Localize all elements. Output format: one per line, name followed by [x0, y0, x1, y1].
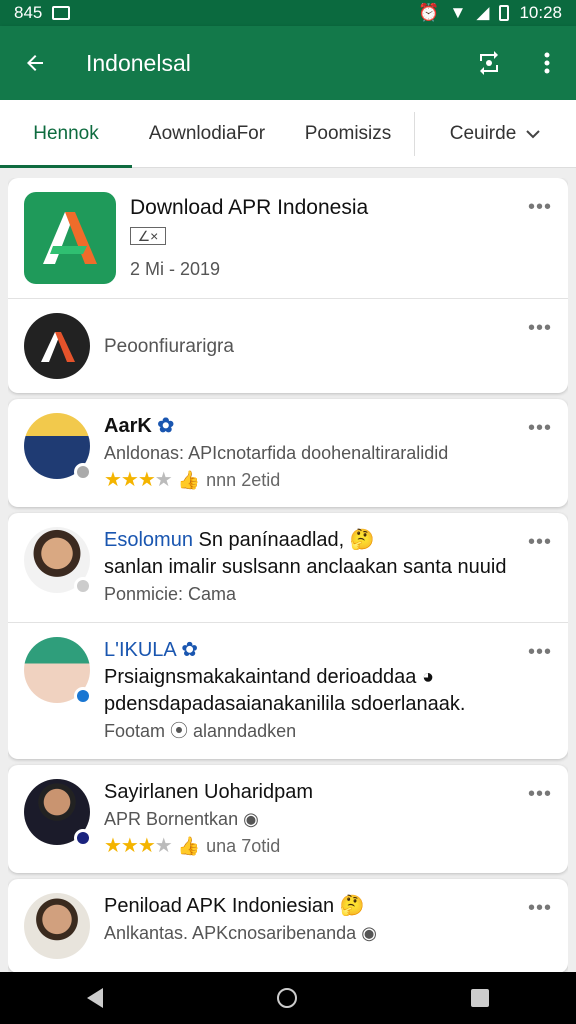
tab-more-dropdown[interactable]: Ceuirde: [415, 100, 575, 168]
post-text-line1: Sn panínaadlad,: [198, 529, 345, 551]
tab-bar: Hennok AownlodiaFor Poomisizs Ceuirde: [0, 100, 576, 168]
app-title: Download APR Indonesia: [130, 196, 369, 219]
more-options-icon[interactable]: •••: [528, 897, 552, 920]
status-time-left: 845: [14, 3, 43, 22]
page-title: Indonelsal: [86, 49, 191, 76]
rating-text: una 7otid: [206, 836, 281, 856]
post-author: Esolomun: [104, 529, 193, 551]
chevron-down-icon: [526, 129, 540, 138]
tab-download[interactable]: AownlodiaFor: [132, 100, 282, 168]
publisher-row[interactable]: Peoonfiurarigra •••: [8, 298, 568, 393]
thumb-icon[interactable]: 👍: [178, 467, 200, 493]
back-arrow-icon[interactable]: [0, 26, 70, 100]
more-options-icon[interactable]: •••: [528, 641, 552, 664]
globe-icon: ◉: [361, 923, 377, 943]
post-footer: Ponmicie: Cama: [104, 584, 237, 604]
image-notification-icon: [52, 6, 71, 20]
post-author: L'IKULA: [104, 639, 176, 661]
emoji-icon: ◕: [421, 666, 435, 688]
emoji-icon: 🤔: [349, 529, 375, 551]
globe-icon: ◉: [243, 809, 259, 829]
app-row[interactable]: Download APR Indonesia ∠× 2 Mi - 2019 ••…: [8, 178, 568, 298]
post-card: Peniload APK Indoniesian 🤔 Anlkantas. AP…: [8, 879, 568, 972]
tab-promosi[interactable]: Poomisizs: [282, 100, 414, 168]
app-bar: Indonelsal: [0, 26, 576, 100]
avatar[interactable]: [24, 527, 92, 595]
post-text-line2: pdensdapadasaianakanilila sdoerlanaak.: [104, 693, 466, 715]
publisher-name: Peoonfiurarigra: [104, 335, 234, 357]
more-options-icon[interactable]: •••: [528, 531, 552, 554]
tab-hennok[interactable]: Hennok: [0, 100, 132, 168]
nav-recents-icon[interactable]: [471, 989, 489, 1007]
post-row[interactable]: Esolomun Sn panínaadlad, 🤔 sanlan imalir…: [8, 513, 568, 622]
overflow-menu-icon[interactable]: [518, 26, 576, 100]
post-footer: Footam ⦿ alanndadken: [104, 721, 297, 741]
rating-stars: ★★★★: [104, 835, 173, 857]
post-card: Esolomun Sn panínaadlad, 🤔 sanlan imalir…: [8, 513, 568, 759]
battery-icon: [499, 5, 510, 21]
post-row[interactable]: AarK ✿ Anldonas: APIcnotarfida doohenalt…: [8, 399, 568, 507]
more-options-icon[interactable]: •••: [528, 196, 552, 219]
post-text: Anldonas: APIcnotarfida doohenaltirarali…: [104, 443, 449, 463]
thumb-icon[interactable]: 👍: [178, 833, 200, 859]
rating-text: nnn 2etid: [206, 470, 281, 490]
alarm-icon: ⏰: [418, 3, 440, 22]
post-card: AarK ✿ Anldonas: APIcnotarfida doohenalt…: [8, 399, 568, 507]
status-time: 10:28: [519, 3, 562, 22]
post-text: APR Bornentkan: [104, 809, 239, 829]
tab-more-label: Ceuirde: [449, 122, 517, 144]
badge-icon: [74, 829, 92, 847]
app-date: 2 Mi - 2019: [130, 259, 221, 279]
rating-stars: ★★★★: [104, 469, 173, 491]
status-bar: 845 ⏰ ▼ ◢ 10:28: [0, 0, 576, 26]
post-author: Sayirlanen Uoharidpam: [104, 781, 314, 803]
post-author: Peniload APK Indoniesian: [104, 895, 335, 917]
verified-badge-icon: [74, 687, 92, 705]
post-row[interactable]: L'IKULA ✿ Prsiaignsmakakaintand derioadd…: [8, 622, 568, 759]
account-switch-icon[interactable]: [460, 26, 518, 100]
avatar[interactable]: [24, 779, 92, 847]
more-options-icon[interactable]: •••: [528, 317, 552, 340]
app-logo-icon: [24, 192, 116, 284]
avatar[interactable]: [24, 893, 90, 959]
post-text-line1: Prsiaignsmakakaintand derioaddaa: [104, 666, 417, 688]
verified-icon: ✿: [181, 639, 198, 661]
nav-home-icon[interactable]: [277, 988, 297, 1008]
post-row[interactable]: Sayirlanen Uoharidpam APR Bornentkan ◉ ★…: [8, 765, 568, 873]
nav-back-icon[interactable]: [87, 988, 103, 1008]
publisher-logo-icon: [24, 313, 90, 379]
post-author: AarK: [104, 415, 152, 437]
more-options-icon[interactable]: •••: [528, 417, 552, 440]
emoji-icon: 🤔: [339, 895, 365, 917]
badge-icon: [74, 577, 92, 595]
post-text-line2: sanlan imalir suslsann anclaakan santa n…: [104, 556, 507, 578]
app-badge: ∠×: [130, 227, 166, 245]
wifi-icon: ▼: [449, 3, 467, 22]
verified-badge-icon: [74, 463, 92, 481]
signal-icon: ◢: [476, 3, 490, 22]
system-nav-bar: [0, 972, 576, 1024]
verified-icon: ✿: [157, 415, 175, 437]
avatar[interactable]: [24, 637, 92, 705]
avatar[interactable]: [24, 413, 92, 481]
more-options-icon[interactable]: •••: [528, 783, 552, 806]
app-card: Download APR Indonesia ∠× 2 Mi - 2019 ••…: [8, 178, 568, 393]
feed-list: Download APR Indonesia ∠× 2 Mi - 2019 ••…: [8, 178, 568, 972]
post-card: Sayirlanen Uoharidpam APR Bornentkan ◉ ★…: [8, 765, 568, 873]
post-text: Anlkantas. APKcnosaribenanda: [104, 923, 357, 943]
post-row[interactable]: Peniload APK Indoniesian 🤔 Anlkantas. AP…: [8, 879, 568, 972]
